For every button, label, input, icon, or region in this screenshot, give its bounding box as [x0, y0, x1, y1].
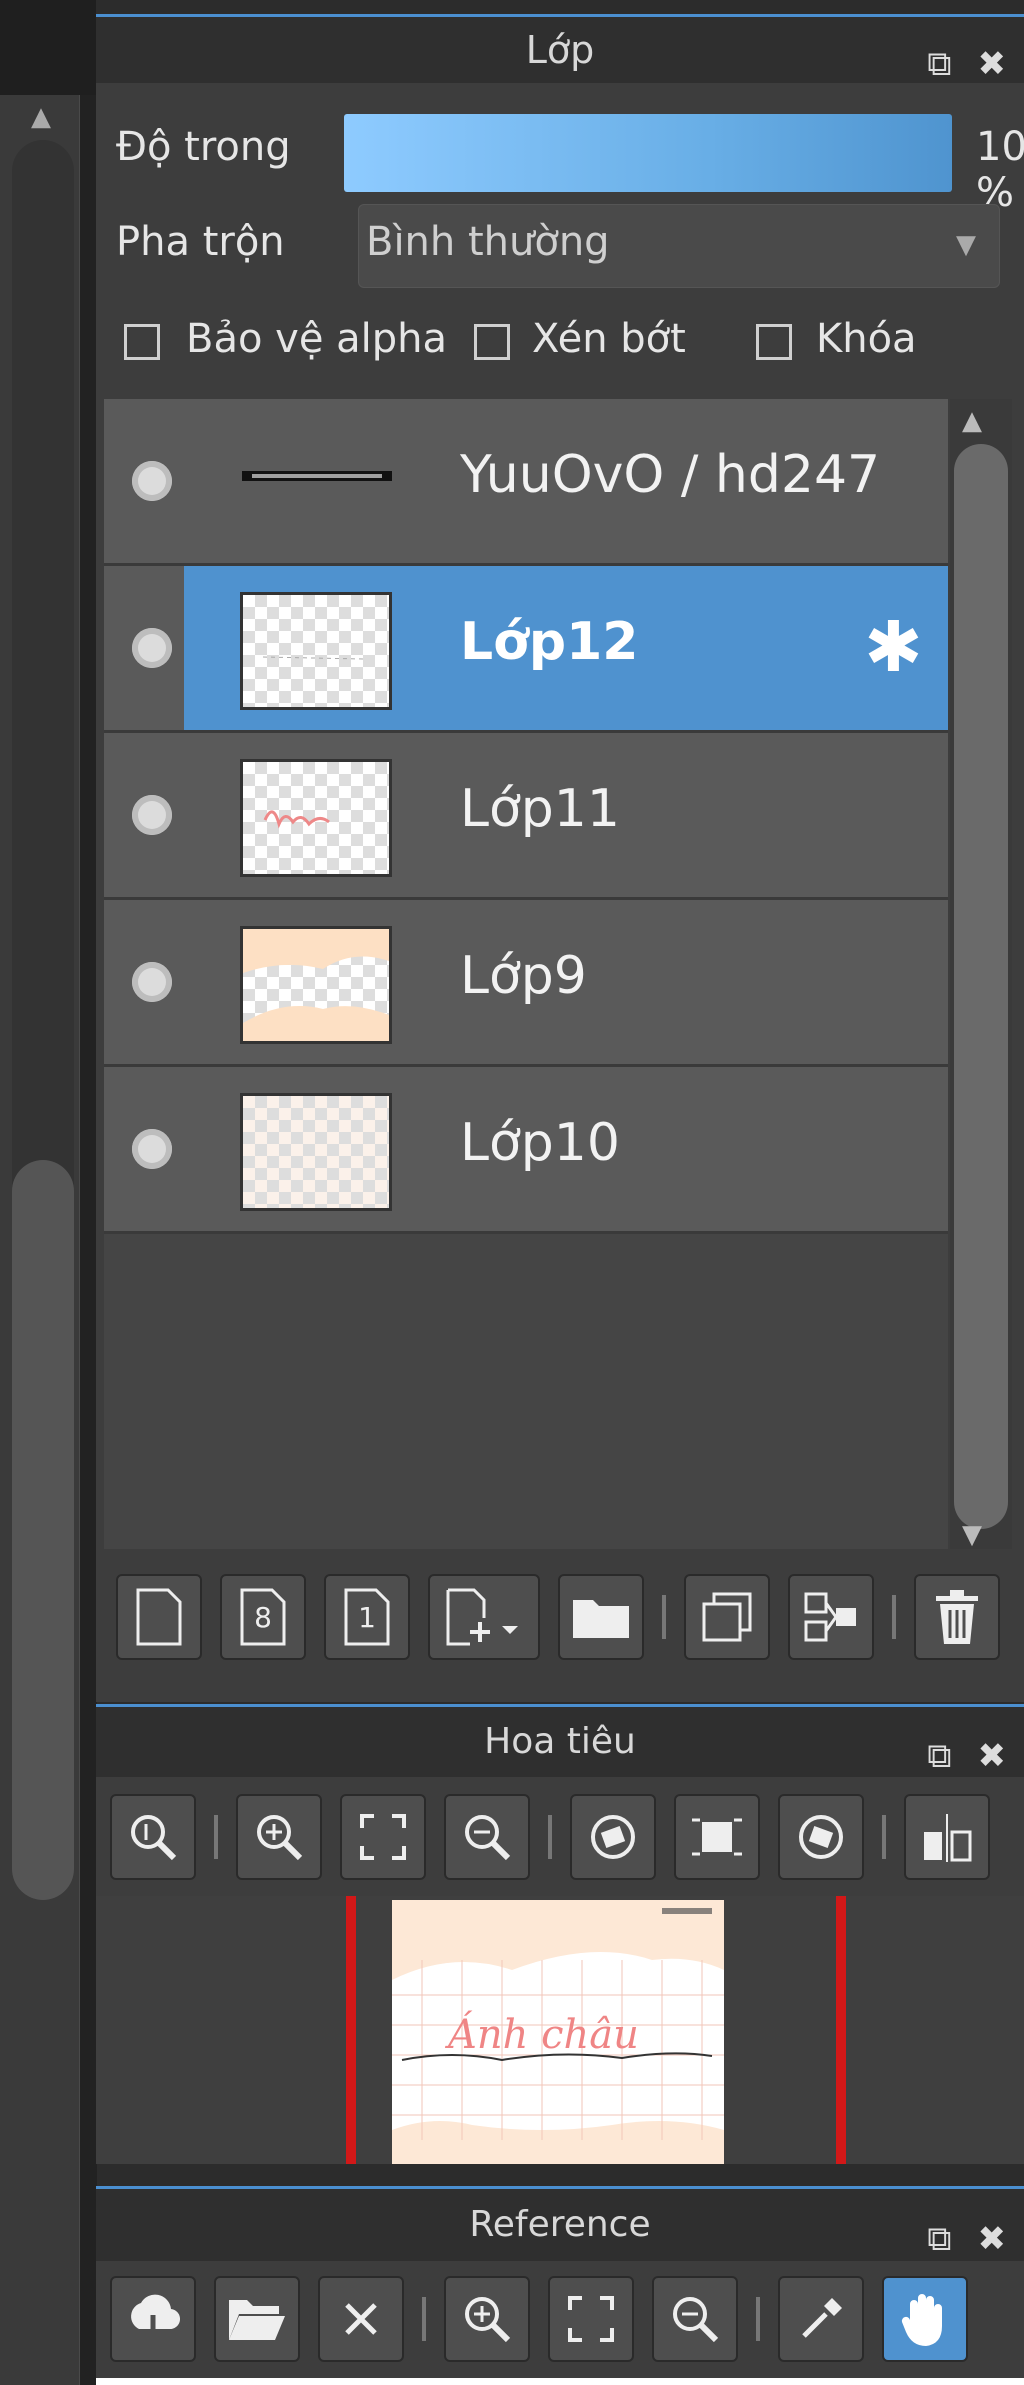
delete-layer-icon[interactable] [914, 1574, 1000, 1660]
protect-alpha-checkbox[interactable] [124, 324, 160, 360]
layer-list: YuuOvO / hd247 Lớp12 ✱ Lớp11 Lớp9 Lớp10 [104, 399, 948, 1549]
clipping-label: Xén bớt [532, 316, 686, 362]
navigator-panel-title: Hoa tiêu [484, 1721, 636, 1762]
scroll-down-arrow-icon[interactable]: ▼ [962, 1520, 982, 1550]
layer-row[interactable]: Lớp11 [104, 733, 948, 900]
chevron-down-icon[interactable]: ▼ [956, 230, 976, 260]
layer-list-scrollbar-thumb[interactable] [954, 444, 1008, 1529]
view-boundary-left [346, 1896, 356, 2164]
text-layer-thumbnail [242, 471, 392, 481]
left-scrollbar-thumb[interactable] [12, 1160, 74, 1900]
toolbar-separator [422, 2297, 426, 2341]
layer-thumbnail [240, 926, 392, 1044]
toolbar-separator [882, 1815, 886, 1859]
preview-caption: Ánh châu [448, 2012, 639, 2058]
protect-alpha-label: Bảo vệ alpha [186, 316, 448, 362]
gear-icon[interactable]: ✱ [864, 612, 923, 682]
new-8bit-layer-icon[interactable]: 8 [220, 1574, 306, 1660]
layer-name: YuuOvO / hd247 [460, 445, 881, 505]
layer-row[interactable]: Lớp9 [104, 900, 948, 1067]
panel-divider [79, 95, 97, 2385]
new-layer-icon[interactable] [116, 1574, 202, 1660]
rotate-left-icon[interactable] [570, 1794, 656, 1880]
lock-label: Khóa [816, 316, 917, 362]
zoom-actual-icon[interactable] [110, 1794, 196, 1880]
reset-view-icon[interactable] [674, 1794, 760, 1880]
layer-panel-header: Lớp ⧉ ✖ [96, 14, 1024, 84]
toolbar-separator [892, 1595, 896, 1639]
popout-icon[interactable]: ⧉ [927, 31, 951, 97]
open-folder-icon[interactable] [214, 2276, 300, 2362]
rotate-right-icon[interactable] [778, 1794, 864, 1880]
visibility-toggle-icon[interactable] [132, 461, 172, 501]
bit1-glyph: 1 [358, 1600, 376, 1634]
layer-name: Lớp12 [460, 612, 639, 672]
eyedropper-icon[interactable] [778, 2276, 864, 2362]
navigator-panel-header: Hoa tiêu ⧉ ✖ [96, 1704, 1024, 1777]
popout-icon[interactable]: ⧉ [927, 1721, 951, 1791]
toolbar-separator [662, 1595, 666, 1639]
visibility-toggle-icon[interactable] [132, 962, 172, 1002]
visibility-toggle-icon[interactable] [132, 1129, 172, 1169]
clipping-checkbox[interactable] [474, 324, 510, 360]
close-icon[interactable] [318, 2276, 404, 2362]
layer-thumbnail [240, 592, 392, 710]
lock-checkbox[interactable] [756, 324, 792, 360]
layer-name: Lớp9 [460, 946, 587, 1006]
navigator-panel: Hoa tiêu ⧉ ✖ Ánh châu [96, 1704, 1024, 2164]
toolbar-separator [756, 2297, 760, 2341]
layer-panel-title: Lớp [525, 28, 595, 72]
scroll-up-arrow-icon[interactable]: ▲ [962, 406, 982, 436]
navigator-canvas-thumbnail[interactable]: Ánh châu [392, 1900, 724, 2164]
layer-row[interactable]: Lớp12 ✱ [104, 566, 948, 733]
layer-name: Lớp10 [460, 1113, 620, 1173]
layer-thumbnail [240, 759, 392, 877]
reference-panel-title: Reference [469, 2204, 651, 2245]
fit-window-icon[interactable] [340, 1794, 426, 1880]
opacity-value: 100 % [976, 124, 1024, 216]
reference-panel: Reference ⧉ ✖ [96, 2186, 1024, 2385]
layer-toolbar: 8 1 [116, 1574, 1018, 1660]
zoom-out-icon[interactable] [444, 1794, 530, 1880]
layer-row[interactable]: YuuOvO / hd247 [104, 399, 948, 566]
layer-panel: Lớp ⧉ ✖ Độ trong 100 % Pha trộn Bình thư… [96, 14, 1024, 1702]
blend-mode-label: Pha trộn [116, 219, 285, 265]
visibility-toggle-icon[interactable] [132, 628, 172, 668]
left-topbar [0, 0, 96, 95]
hand-tool-icon[interactable] [882, 2276, 968, 2362]
layer-name: Lớp11 [460, 779, 620, 839]
layer-thumbnail [240, 1093, 392, 1211]
zoom-in-icon[interactable] [444, 2276, 530, 2362]
zoom-in-icon[interactable] [236, 1794, 322, 1880]
close-icon[interactable]: ✖ [978, 1721, 1007, 1791]
visibility-toggle-icon[interactable] [132, 795, 172, 835]
reference-panel-header: Reference ⧉ ✖ [96, 2186, 1024, 2261]
add-layer-menu-icon[interactable] [428, 1574, 540, 1660]
toolbar-separator [548, 1815, 552, 1859]
toolbar-separator [214, 1815, 218, 1859]
layer-row[interactable]: Lớp10 [104, 1067, 948, 1234]
blend-mode-value: Bình thường [366, 219, 610, 265]
reference-content-area[interactable] [96, 2378, 1024, 2385]
scroll-up-arrow-icon[interactable]: ▲ [24, 100, 58, 134]
duplicate-layer-icon[interactable] [684, 1574, 770, 1660]
navigator-toolbar [110, 1794, 1008, 1880]
close-icon[interactable]: ✖ [978, 2203, 1007, 2275]
zoom-out-icon[interactable] [652, 2276, 738, 2362]
reference-toolbar [110, 2276, 986, 2362]
popout-icon[interactable]: ⧉ [927, 2203, 951, 2275]
new-folder-icon[interactable] [558, 1574, 644, 1660]
download-icon[interactable] [110, 2276, 196, 2362]
close-icon[interactable]: ✖ [978, 31, 1007, 97]
opacity-slider[interactable] [344, 114, 952, 192]
flip-horizontal-icon[interactable] [904, 1794, 990, 1880]
new-1bit-layer-icon[interactable]: 1 [324, 1574, 410, 1660]
fit-window-icon[interactable] [548, 2276, 634, 2362]
bit8-glyph: 8 [254, 1600, 272, 1634]
view-boundary-right [836, 1896, 846, 2164]
merge-down-icon[interactable] [788, 1574, 874, 1660]
opacity-label: Độ trong [116, 124, 291, 170]
